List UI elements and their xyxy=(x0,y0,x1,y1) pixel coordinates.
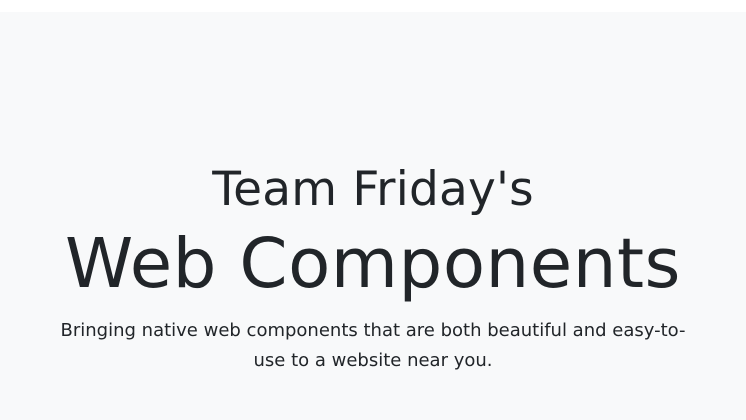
top-strip xyxy=(0,0,746,12)
hero-section: Team Friday's Web Components Bringing na… xyxy=(0,12,746,420)
hero-lead: Bringing native web components that are … xyxy=(60,320,686,371)
hero-kicker: Team Friday's xyxy=(212,162,534,217)
hero-title: Web Components xyxy=(65,224,681,304)
hero-content: Team Friday's Web Components Bringing na… xyxy=(0,160,746,376)
